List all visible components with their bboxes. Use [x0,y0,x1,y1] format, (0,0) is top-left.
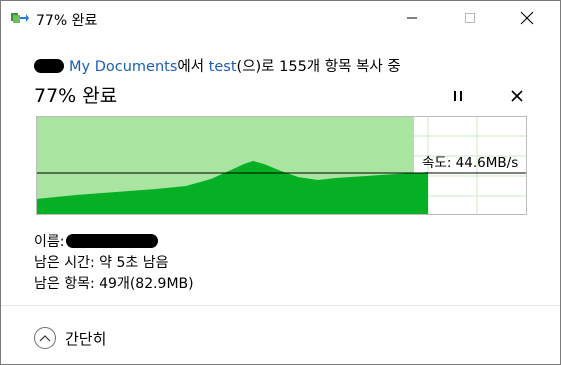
name-label: 이름: [34,234,65,250]
time-remaining: 남은 시간: 약 5초 남음 [34,255,169,271]
footer-divider [1,305,560,306]
window-close-button[interactable] [504,1,550,34]
source-link[interactable]: My Documents [69,59,177,75]
file-name-row: 이름: [34,231,159,251]
destination-link[interactable]: test [209,59,237,75]
pause-icon [454,91,462,101]
copy-description: My Documents에서 test(으)로 155개 항목 복사 중 [34,55,401,76]
title-bar[interactable]: 77% 완료 [1,1,560,34]
fewer-details-button[interactable]: 간단히 [34,326,106,350]
cancel-copy-button[interactable] [505,85,529,107]
minimize-icon [407,17,417,18]
close-icon [520,11,534,24]
cancel-icon [511,90,523,102]
items-remaining: 남은 항목: 49개(82.9MB) [34,276,194,292]
chevron-up-icon [34,327,56,349]
fewer-details-label: 간단히 [65,329,107,348]
speed-label: 속도: 44.6MB/s [422,155,519,171]
redacted-file-name [66,234,159,248]
from-word: 에서 [177,59,205,75]
minimize-button[interactable] [389,1,435,34]
maximize-button[interactable] [447,1,493,34]
window-title: 77% 완료 [36,13,98,29]
copy-summary: (으)로 155개 항목 복사 중 [236,59,401,75]
copy-arrow-icon [11,13,29,23]
redacted-count [34,59,64,73]
pause-button[interactable] [446,85,470,107]
copy-dialog: 77% 완료 My Documents에서 test(으)로 155개 항목 복… [0,0,561,365]
maximize-icon [465,12,475,23]
progress-title: 77% 완료 [34,85,118,107]
